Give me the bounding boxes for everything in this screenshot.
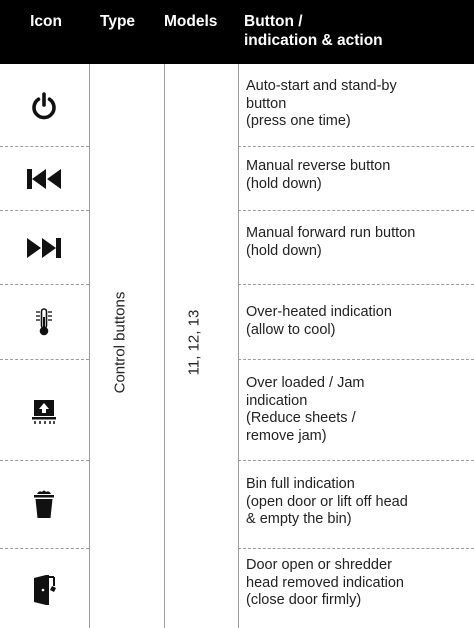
row-divider (238, 359, 474, 360)
row-divider (0, 210, 89, 211)
row-divider (0, 548, 89, 549)
power-icon (18, 84, 70, 128)
row-divider (0, 146, 89, 147)
header-type: Type (100, 13, 136, 30)
column-divider (89, 64, 90, 628)
row-divider (0, 359, 89, 360)
row-divider (238, 146, 474, 147)
row-divider (238, 284, 474, 285)
bin-icon (18, 482, 70, 526)
row-divider (238, 210, 474, 211)
type-value: Control buttons (111, 291, 129, 394)
header-button-indication: Button / indication & action (244, 13, 383, 49)
row-description: Bin full indication (open door or lift of… (246, 476, 408, 527)
rewind-icon (18, 157, 70, 201)
thermometer-icon (18, 300, 70, 344)
door-open-icon (18, 568, 70, 612)
column-divider (164, 64, 165, 628)
table-header: Icon Type Models Button / indication & a… (0, 0, 474, 64)
row-divider (238, 460, 474, 461)
column-divider (238, 64, 239, 628)
row-description: Door open or shredder head removed indica… (246, 557, 404, 608)
row-description: Over loaded / Jam indication (Reduce sheet… (246, 375, 365, 444)
row-divider (238, 548, 474, 549)
forward-icon (18, 226, 70, 270)
header-icon: Icon (30, 13, 62, 30)
row-divider (0, 284, 89, 285)
row-description: Auto-start and stand-by button (press one … (246, 78, 397, 129)
models-value: 11, 12, 13 (185, 309, 203, 376)
control-buttons-table: Icon Type Models Button / indication & a… (0, 0, 474, 628)
row-description: Over-heated indication (allow to cool) (246, 304, 392, 338)
row-divider (0, 460, 89, 461)
header-models: Models (164, 13, 218, 30)
row-description: Manual reverse button (hold down) (246, 158, 391, 192)
paper-jam-icon (18, 389, 70, 433)
row-description: Manual forward run button (hold down) (246, 225, 416, 259)
